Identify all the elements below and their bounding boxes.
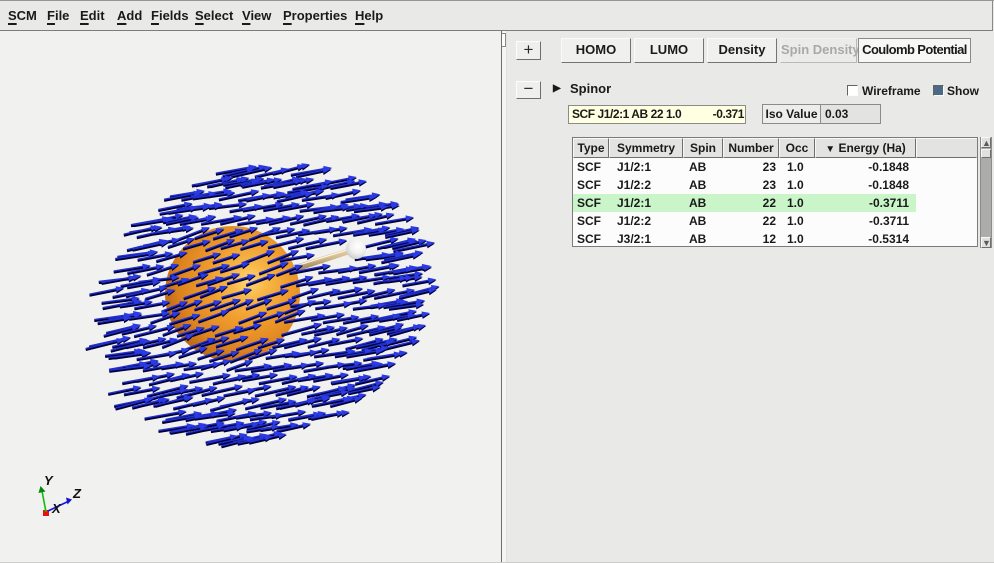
svg-text:Z: Z	[72, 486, 82, 501]
svg-text:X: X	[51, 501, 62, 516]
svg-text:Y: Y	[44, 473, 54, 488]
